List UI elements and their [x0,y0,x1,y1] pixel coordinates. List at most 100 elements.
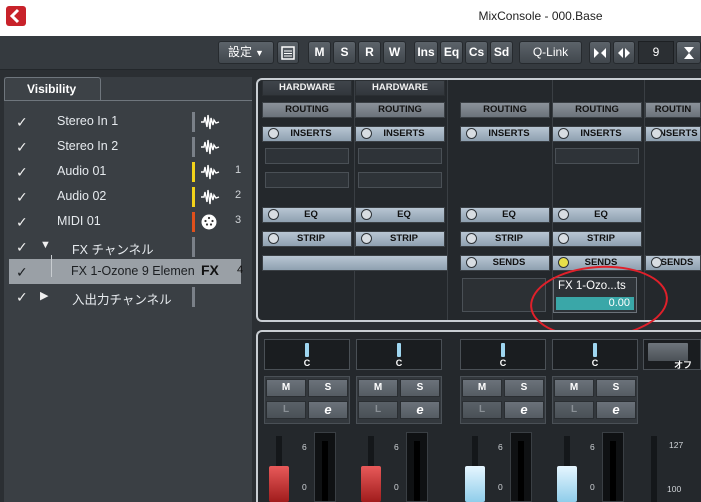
folder-expanded-icon[interactable]: ▼ [40,239,51,251]
eq-bypass-button[interactable]: Eq [440,41,463,64]
strip-section[interactable]: STRIP [552,231,642,247]
mute-button[interactable]: M [266,379,306,397]
inserts-section[interactable]: INSERTS [552,126,642,142]
insert-slot[interactable] [265,148,349,164]
eq-section[interactable]: EQ [355,207,445,223]
pan-control[interactable]: C [552,339,638,370]
settings-dropdown[interactable]: 設定 ▼ [218,41,274,64]
visibility-item[interactable]: ✓ FX 1-Ozone 9 Elemen FX 4 [9,259,243,284]
write-all-button[interactable]: W [383,41,406,64]
solo-button[interactable]: S [400,379,440,397]
section-enable-radio[interactable] [558,257,569,268]
section-enable-radio[interactable] [361,209,372,220]
volume-fader[interactable] [465,466,485,502]
inserts-section[interactable]: INSERTS [355,126,445,142]
eq-section[interactable]: EQ [552,207,642,223]
visibility-item[interactable]: ✓ ▶ 入出力チャンネル [0,284,248,309]
volume-fader[interactable] [361,466,381,502]
hardware-section[interactable]: HARDWARE [262,80,352,96]
pan-control[interactable]: C [264,339,350,370]
section-enable-radio[interactable] [558,209,569,220]
section-enable-radio[interactable] [361,233,372,244]
routing-section[interactable]: ROUTING [355,102,445,118]
pan-control[interactable]: オフ [643,339,701,370]
checkmark-icon[interactable]: ✓ [16,239,28,256]
section-enable-radio[interactable] [466,128,477,139]
solo-all-button[interactable]: S [333,41,356,64]
sends-section[interactable]: SENDS [552,255,642,271]
pan-control[interactable]: C [460,339,546,370]
strip-section[interactable]: STRIP [262,231,352,247]
eq-section[interactable]: EQ [262,207,352,223]
strip-section[interactable]: STRIP [355,231,445,247]
inserts-section[interactable]: INSERTS [262,126,352,142]
section-enable-radio[interactable] [466,257,477,268]
insert-slot[interactable] [555,148,639,164]
routing-section[interactable]: ROUTING [460,102,550,118]
channel-count-field[interactable]: 9 [638,41,674,64]
send-level-value[interactable]: 0.00 [556,297,634,310]
checkmark-icon[interactable]: ✓ [16,139,28,156]
sends-section[interactable]: SENDS [645,255,701,271]
section-enable-radio[interactable] [558,128,569,139]
inserts-section[interactable]: INSERTS [460,126,550,142]
checkmark-icon[interactable]: ✓ [16,264,28,281]
mute-button[interactable]: M [462,379,502,397]
pan-control[interactable]: C [356,339,442,370]
mute-button[interactable]: M [358,379,398,397]
visibility-item[interactable]: ✓ ▼ FX チャンネル [0,234,248,259]
visibility-item[interactable]: ✓ MIDI 01 3 [0,209,248,234]
section-enable-radio[interactable] [361,128,372,139]
section-enable-radio[interactable] [466,209,477,220]
routing-section[interactable]: ROUTIN [645,102,701,118]
mute-all-button[interactable]: M [308,41,331,64]
channel-list-button[interactable] [277,41,299,64]
inserts-bypass-button[interactable]: Ins [414,41,438,64]
zoom-right-button[interactable] [613,41,635,64]
edit-channel-button[interactable]: e [596,401,636,419]
edit-channel-button[interactable]: e [308,401,348,419]
volume-fader[interactable] [269,466,289,502]
listen-button[interactable]: L [266,401,306,419]
folder-collapsed-icon[interactable]: ▶ [40,289,48,302]
routing-section[interactable]: ROUTING [552,102,642,118]
send-slot-fx1[interactable]: FX 1-Ozo...ts 0.00 [553,277,637,313]
cs-bypass-button[interactable]: Cs [465,41,488,64]
section-enable-radio[interactable] [558,233,569,244]
routing-section[interactable]: ROUTING [262,102,352,118]
section-enable-radio[interactable] [268,209,279,220]
zoom-left-button[interactable] [589,41,611,64]
insert-slot[interactable] [358,148,442,164]
solo-button[interactable]: S [596,379,636,397]
inserts-section[interactable]: INSERTS [645,126,701,142]
section-enable-radio[interactable] [651,128,662,139]
strip-section[interactable]: STRIP [460,231,550,247]
volume-fader[interactable] [557,466,577,502]
q-link-button[interactable]: Q-Link [519,41,582,64]
checkmark-icon[interactable]: ✓ [16,114,28,131]
sends-section[interactable]: SENDS [460,255,550,271]
section-enable-radio[interactable] [268,128,279,139]
checkmark-icon[interactable]: ✓ [16,214,28,231]
visibility-item[interactable]: ✓ Audio 02 2 [0,184,248,209]
edit-channel-button[interactable]: e [400,401,440,419]
listen-button[interactable]: L [554,401,594,419]
section-enable-radio[interactable] [268,233,279,244]
insert-slot[interactable] [358,172,442,188]
send-slot-empty[interactable] [462,278,546,312]
solo-button[interactable]: S [504,379,544,397]
listen-button[interactable]: L [462,401,502,419]
checkmark-icon[interactable]: ✓ [16,289,28,306]
visibility-item[interactable]: ✓ Stereo In 2 [0,134,248,159]
sends-bypass-button[interactable]: Sd [490,41,513,64]
edit-channel-button[interactable]: e [504,401,544,419]
section-enable-radio[interactable] [651,257,662,268]
tab-visibility[interactable]: Visibility [4,77,101,100]
checkmark-icon[interactable]: ✓ [16,164,28,181]
listen-button[interactable]: L [358,401,398,419]
insert-slot[interactable] [265,172,349,188]
visibility-item[interactable]: ✓ Audio 01 1 [0,159,248,184]
section-enable-radio[interactable] [466,233,477,244]
read-all-button[interactable]: R [358,41,381,64]
eq-section[interactable]: EQ [460,207,550,223]
